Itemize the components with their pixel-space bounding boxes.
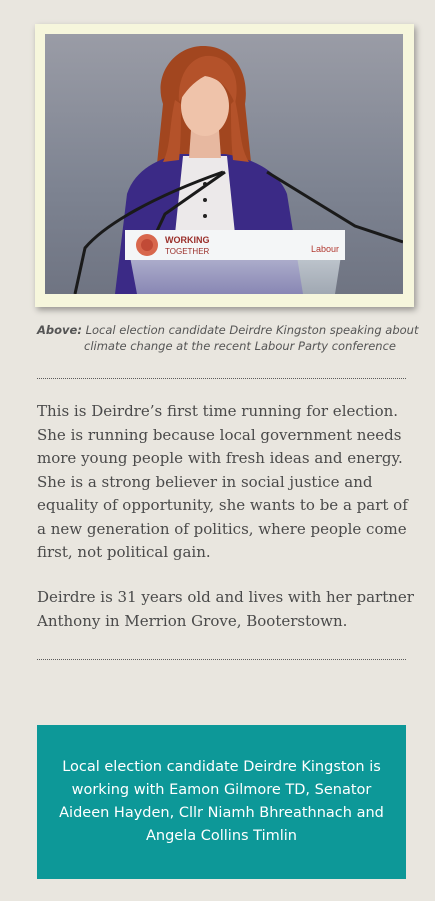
podium-sign-brand: Labour — [311, 244, 339, 254]
callout-text: Local election candidate Deirdre Kingsto… — [59, 759, 384, 844]
photo-caption: Above: Local election candidate Deirdre … — [37, 322, 422, 354]
caption-line2: climate change at the recent Labour Part… — [84, 339, 396, 353]
dotted-divider — [37, 378, 406, 379]
caption-line1: Local election candidate Deirdre Kingsto… — [85, 323, 419, 337]
podium-sign-line2: TOGETHER — [165, 247, 210, 256]
caption-lead: Above: — [37, 323, 82, 337]
photo-frame: WORKING TOGETHER Labour — [35, 24, 414, 307]
speaker-illustration: WORKING TOGETHER Labour — [45, 34, 403, 294]
dotted-divider — [37, 659, 406, 660]
callout-box: Local election candidate Deirdre Kingsto… — [37, 725, 406, 879]
body-paragraph: Deirdre is 31 years old and lives with h… — [37, 588, 414, 630]
speaker-photo: WORKING TOGETHER Labour — [45, 34, 403, 294]
body-paragraph: This is Deirdre’s first time running for… — [37, 402, 408, 561]
podium-sign-line1: WORKING — [165, 235, 210, 245]
